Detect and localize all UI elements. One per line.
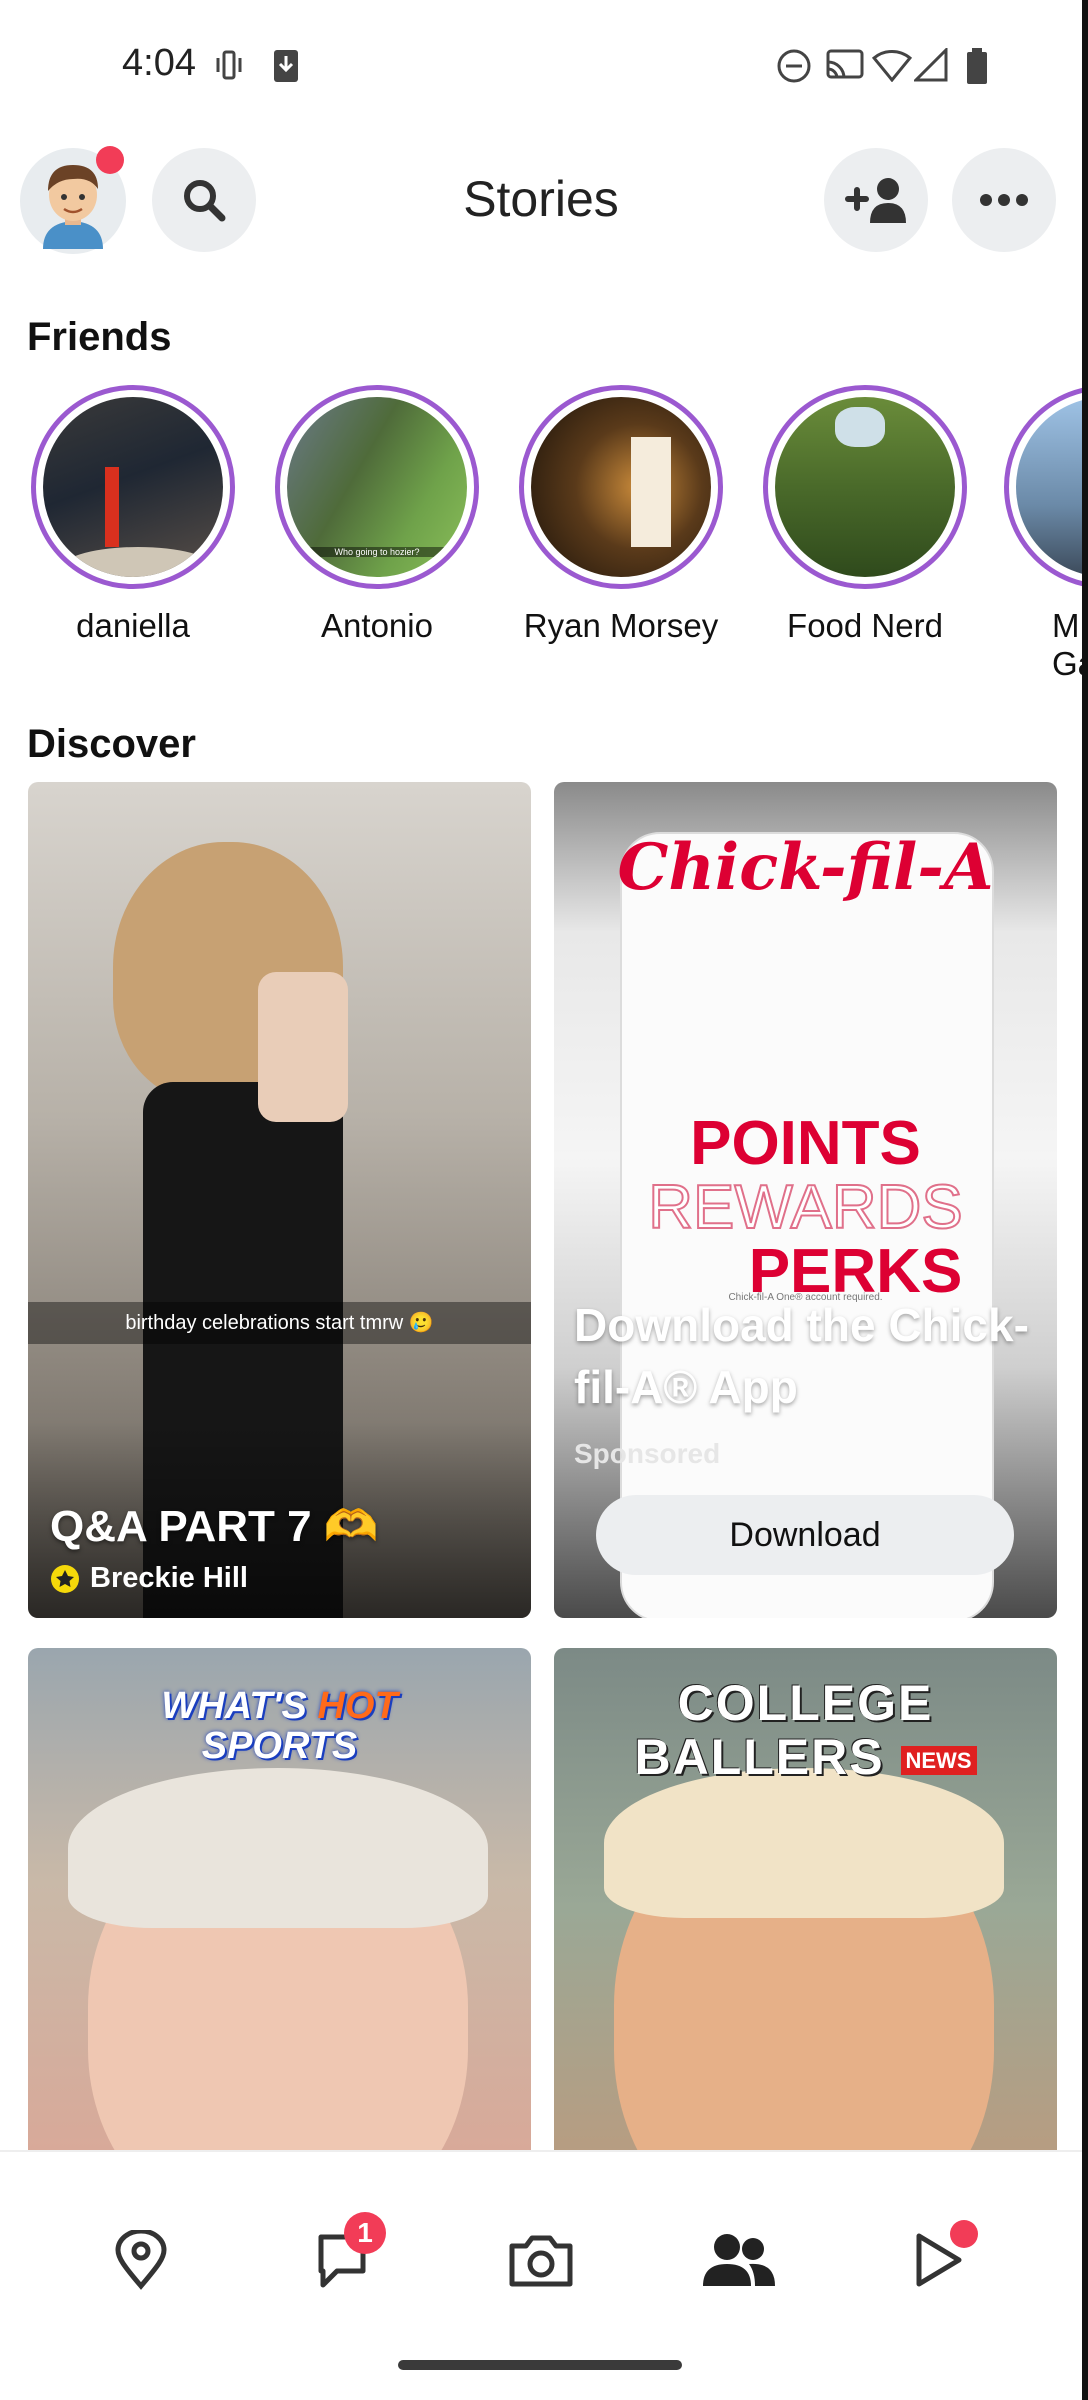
story-thumbnail xyxy=(1016,397,1082,577)
story-ring xyxy=(519,385,723,589)
story-thumbnail xyxy=(43,397,223,577)
creator-name: Breckie Hill xyxy=(90,1562,248,1594)
nav-stories[interactable] xyxy=(699,2220,779,2300)
promo-rewards: REWARDS xyxy=(647,1173,964,1242)
story-ring xyxy=(1004,385,1082,589)
friend-story-antonio[interactable]: Who going to hozier? Antonio xyxy=(272,385,482,645)
screen-edge xyxy=(1082,0,1088,2400)
status-bar: 4:04 xyxy=(0,0,1088,130)
story-thumbnail xyxy=(775,397,955,577)
add-friend-icon xyxy=(845,178,906,223)
story-thumbnail xyxy=(531,397,711,577)
spotlight-notification-dot xyxy=(950,2220,978,2248)
story-caption: Who going to hozier? xyxy=(287,547,467,557)
promo-points: POINTS xyxy=(690,1109,921,1178)
chickfila-logo: Chick-fil-A xyxy=(617,830,994,905)
gesture-home-bar[interactable] xyxy=(398,2360,682,2370)
battery-icon xyxy=(967,48,987,84)
friends-icon xyxy=(703,2234,775,2286)
friend-name: Ryan Morsey xyxy=(523,607,719,644)
story-ring xyxy=(763,385,967,589)
camera-icon xyxy=(509,2235,573,2287)
vibrate-icon xyxy=(216,50,242,80)
discover-tile-sponsored-ad[interactable]: Chick-fil-A POINTS REWARDS PERKS Chick-f… xyxy=(554,782,1057,1618)
whats-hot-logo: WHAT'S HOT SPORTS xyxy=(161,1685,398,1767)
story-ring: Who going to hozier? xyxy=(275,385,479,589)
story-caption: birthday celebrations start tmrw 🥲 xyxy=(28,1302,531,1344)
nav-camera[interactable] xyxy=(501,2220,581,2300)
creator-star-icon xyxy=(51,1565,79,1593)
status-time: 4:04 xyxy=(122,42,196,84)
phone-image xyxy=(258,972,348,1122)
more-dots-icon xyxy=(980,194,1028,206)
cast-icon xyxy=(826,49,864,79)
download-button[interactable]: Download xyxy=(596,1495,1014,1575)
friend-name: daniella xyxy=(76,607,190,644)
discover-tile-qa[interactable]: birthday celebrations start tmrw 🥲 Q&A P… xyxy=(28,782,531,1618)
ad-headline: Download the Chick-fil-A® App xyxy=(574,1299,1029,1413)
tile-title: Q&A PART 7 🫶 xyxy=(50,1502,379,1551)
dnd-icon xyxy=(777,49,811,83)
wifi-icon xyxy=(872,50,912,82)
friend-story-daniella[interactable]: daniella xyxy=(28,385,238,645)
friend-story-partial[interactable]: M Ga xyxy=(1000,385,1082,715)
chat-unread-badge: 1 xyxy=(344,2212,386,2254)
discover-tile-whats-hot-sports[interactable]: WHAT'S HOT SPORTS xyxy=(28,1648,531,2168)
friend-name: M Ga xyxy=(1052,607,1082,682)
friend-name: Antonio xyxy=(321,607,433,644)
story-thumbnail: Who going to hozier? xyxy=(287,397,467,577)
signal-icon xyxy=(914,48,948,82)
sponsored-label: Sponsored xyxy=(574,1438,721,1469)
map-pin-icon xyxy=(115,2230,167,2290)
more-options-button[interactable] xyxy=(952,148,1056,252)
discover-section-title: Discover xyxy=(27,722,196,766)
friend-name: Food Nerd xyxy=(787,607,943,644)
download-status-icon xyxy=(274,50,298,82)
friend-story-food-nerd[interactable]: Food Nerd xyxy=(760,385,970,645)
story-ring xyxy=(31,385,235,589)
friends-section-title: Friends xyxy=(27,315,172,359)
discover-tile-college-ballers[interactable]: COLLEGE BALLERS NEWS xyxy=(554,1648,1057,2168)
friend-story-ryan-morsey[interactable]: Ryan Morsey xyxy=(516,385,726,645)
college-ballers-logo: COLLEGE BALLERS NEWS xyxy=(554,1676,1057,1788)
nav-map[interactable] xyxy=(101,2220,181,2300)
add-friend-button[interactable] xyxy=(824,148,928,252)
